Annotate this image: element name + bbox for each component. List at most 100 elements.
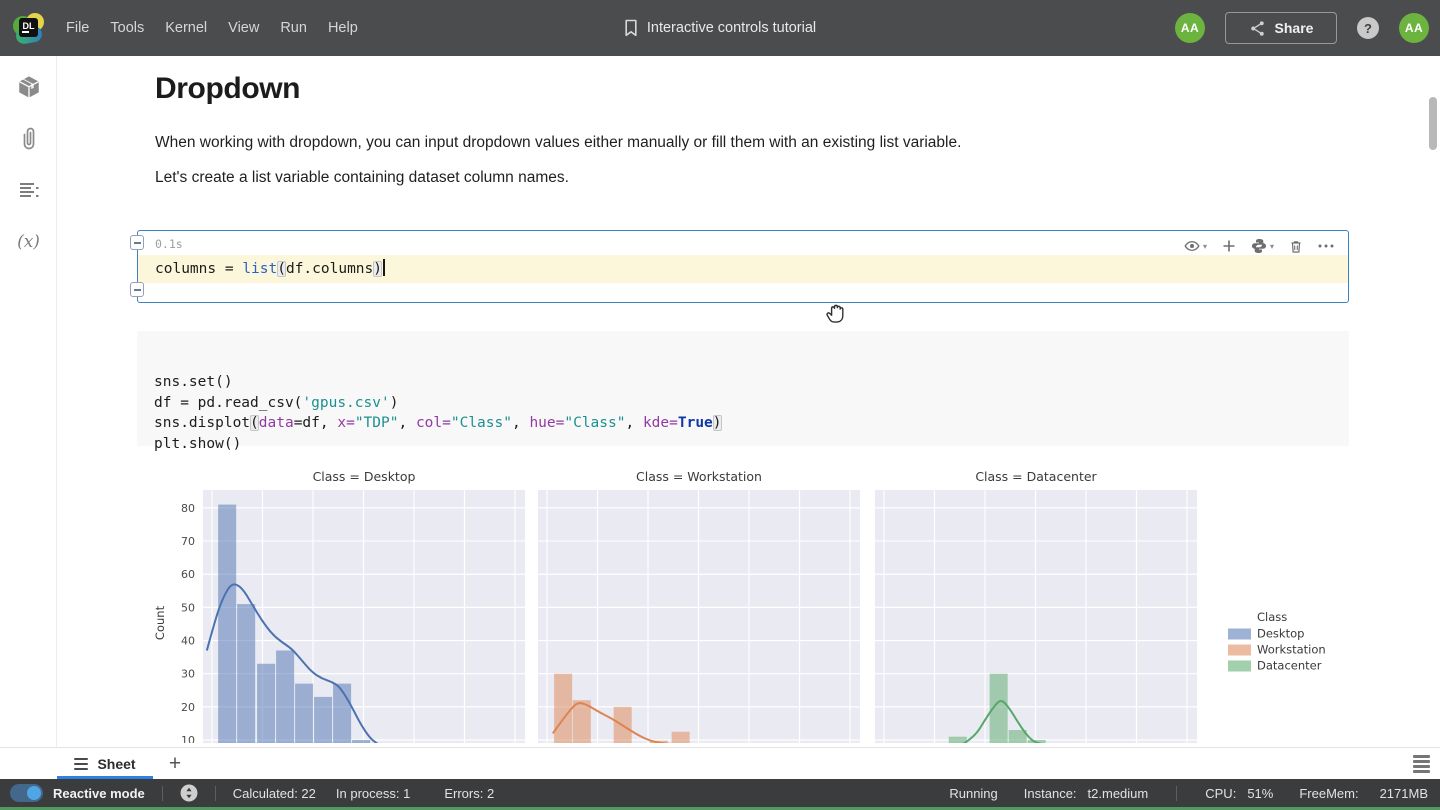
sync-icon[interactable] [180,784,198,802]
tab-sheet[interactable]: Sheet [57,748,153,779]
svg-text:Class = Datacenter: Class = Datacenter [975,469,1097,484]
kernel-status: Running [949,786,997,801]
status-separator [215,786,216,801]
svg-text:Class = Workstation: Class = Workstation [636,469,762,484]
eye-icon [1184,238,1200,254]
cell-type-button[interactable]: ▾ [1251,238,1274,254]
svg-text:20: 20 [181,701,195,714]
menu-run[interactable]: Run [280,20,307,36]
cell-toolbar: ▾ ▾ [1184,238,1334,254]
svg-text:Datacenter: Datacenter [1257,659,1322,673]
plus-icon [1222,239,1236,253]
status-left-group: Reactive mode Calculated: 22 In process:… [10,784,514,802]
menu-view[interactable]: View [228,20,259,36]
svg-text:Class: Class [1257,610,1287,624]
vertical-scrollbar-thumb[interactable] [1429,97,1437,150]
sidebar-item-table-of-contents[interactable] [0,179,57,203]
code-editor[interactable]: sns.set()df = pd.read_csv('gpus.csv')sns… [154,372,1349,454]
cpu-usage: CPU: 51% [1205,786,1273,801]
code-line[interactable]: sns.displot(data=df, x="TDP", col="Class… [154,413,1349,434]
hand-grab-cursor [822,299,850,329]
paragraph: Let's create a list variable containing … [155,169,569,187]
svg-text:Workstation: Workstation [1257,643,1326,657]
trash-icon [1289,239,1303,254]
reactive-mode-label: Reactive mode [53,786,145,801]
ellipsis-icon [1318,244,1334,248]
cell-collapse-handle-top[interactable] [130,235,144,250]
paperclip-icon [18,125,40,153]
add-sheet-button[interactable]: + [163,748,187,779]
svg-text:Count: Count [153,605,167,640]
top-header: DL File Tools Kernel View Run Help Inter… [0,0,1440,56]
code-line[interactable]: sns.set() [154,372,1349,393]
outline-list-icon [17,179,41,203]
add-cell-button[interactable] [1222,239,1236,253]
reactive-mode-toggle[interactable] [10,784,43,802]
logo-text: DL [23,21,35,31]
cpu-value: 51% [1247,786,1273,801]
paragraph: When working with dropdown, you can inpu… [155,134,961,152]
chevron-down-icon: ▾ [1203,242,1207,251]
freemem-label: FreeMem: [1299,786,1358,801]
toggle-knob [27,786,41,800]
menu-bar: File Tools Kernel View Run Help [66,0,358,56]
delete-cell-button[interactable] [1289,239,1303,254]
status-separator [162,786,163,801]
code-cell[interactable]: sns.set()df = pd.read_csv('gpus.csv')sns… [137,331,1349,446]
menu-help[interactable]: Help [328,20,358,36]
cell-collapse-handle-bottom[interactable] [130,282,144,297]
in-process-count: In process: 1 [336,786,410,801]
instance-label: Instance: [1024,786,1077,801]
execution-time: 0.1s [155,237,183,251]
svg-text:Desktop: Desktop [1257,627,1304,641]
sheet-tab-label: Sheet [97,756,135,772]
code-cell-selected[interactable]: 0.1s columns = list(df.columns) ▾ ▾ [137,230,1349,303]
code-line[interactable]: plt.show() [154,434,1349,455]
code-line[interactable]: df = pd.read_csv('gpus.csv') [154,393,1349,414]
notebook-title[interactable]: Interactive controls tutorial [647,20,816,36]
variables-icon: (x) [17,232,40,252]
sheet-tab-bar: Sheet + [0,747,1440,779]
displot-output-figure: Class = Desktop Class = Workstation Class … [150,465,1360,743]
svg-text:30: 30 [181,668,195,681]
status-bar: Reactive mode Calculated: 22 In process:… [0,779,1440,807]
python-icon [1251,238,1267,254]
share-button[interactable]: Share [1225,12,1337,44]
sheet-menu-icon [74,758,88,770]
sidebar-item-notebooks[interactable] [0,74,57,100]
calculated-count: Calculated: 22 [233,786,316,801]
menu-kernel[interactable]: Kernel [165,20,207,36]
menu-tools[interactable]: Tools [110,20,144,36]
svg-text:10: 10 [181,734,195,743]
code-editor-line[interactable]: columns = list(df.columns) [138,255,1348,283]
avatar[interactable]: AA [1399,13,1429,43]
package-icon [16,74,42,100]
status-right-group: Running Instance: t2.medium CPU: 51% Fre… [949,786,1428,801]
cell-visibility-button[interactable]: ▾ [1184,238,1207,254]
logo-dl-box: DL [19,18,38,37]
sheet-list-icon[interactable] [1413,755,1430,773]
chevron-down-icon: ▾ [1270,242,1274,251]
free-memory: FreeMem: 2171MB [1299,786,1428,801]
instance-value: t2.medium [1088,786,1149,801]
share-icon [1249,20,1266,37]
freemem-value: 2171MB [1380,786,1428,801]
datalore-logo[interactable]: DL [14,13,44,43]
help-button[interactable]: ? [1357,17,1379,39]
sidebar-item-variables[interactable]: (x) [0,232,57,252]
svg-text:60: 60 [181,568,195,581]
svg-text:70: 70 [181,535,195,548]
more-actions-button[interactable] [1318,244,1334,248]
svg-text:50: 50 [181,601,195,614]
svg-text:Class = Desktop: Class = Desktop [313,469,416,484]
sidebar-item-attachments[interactable] [0,125,57,153]
instance-info: Instance: t2.medium [1024,786,1148,801]
menu-file[interactable]: File [66,20,89,36]
page-title: Dropdown [155,72,300,106]
avatar[interactable]: AA [1175,13,1205,43]
cpu-label: CPU: [1205,786,1236,801]
header-right-group: AA Share ? AA [1175,0,1429,56]
errors-count: Errors: 2 [444,786,494,801]
share-label: Share [1275,20,1314,36]
status-separator [1176,786,1177,801]
